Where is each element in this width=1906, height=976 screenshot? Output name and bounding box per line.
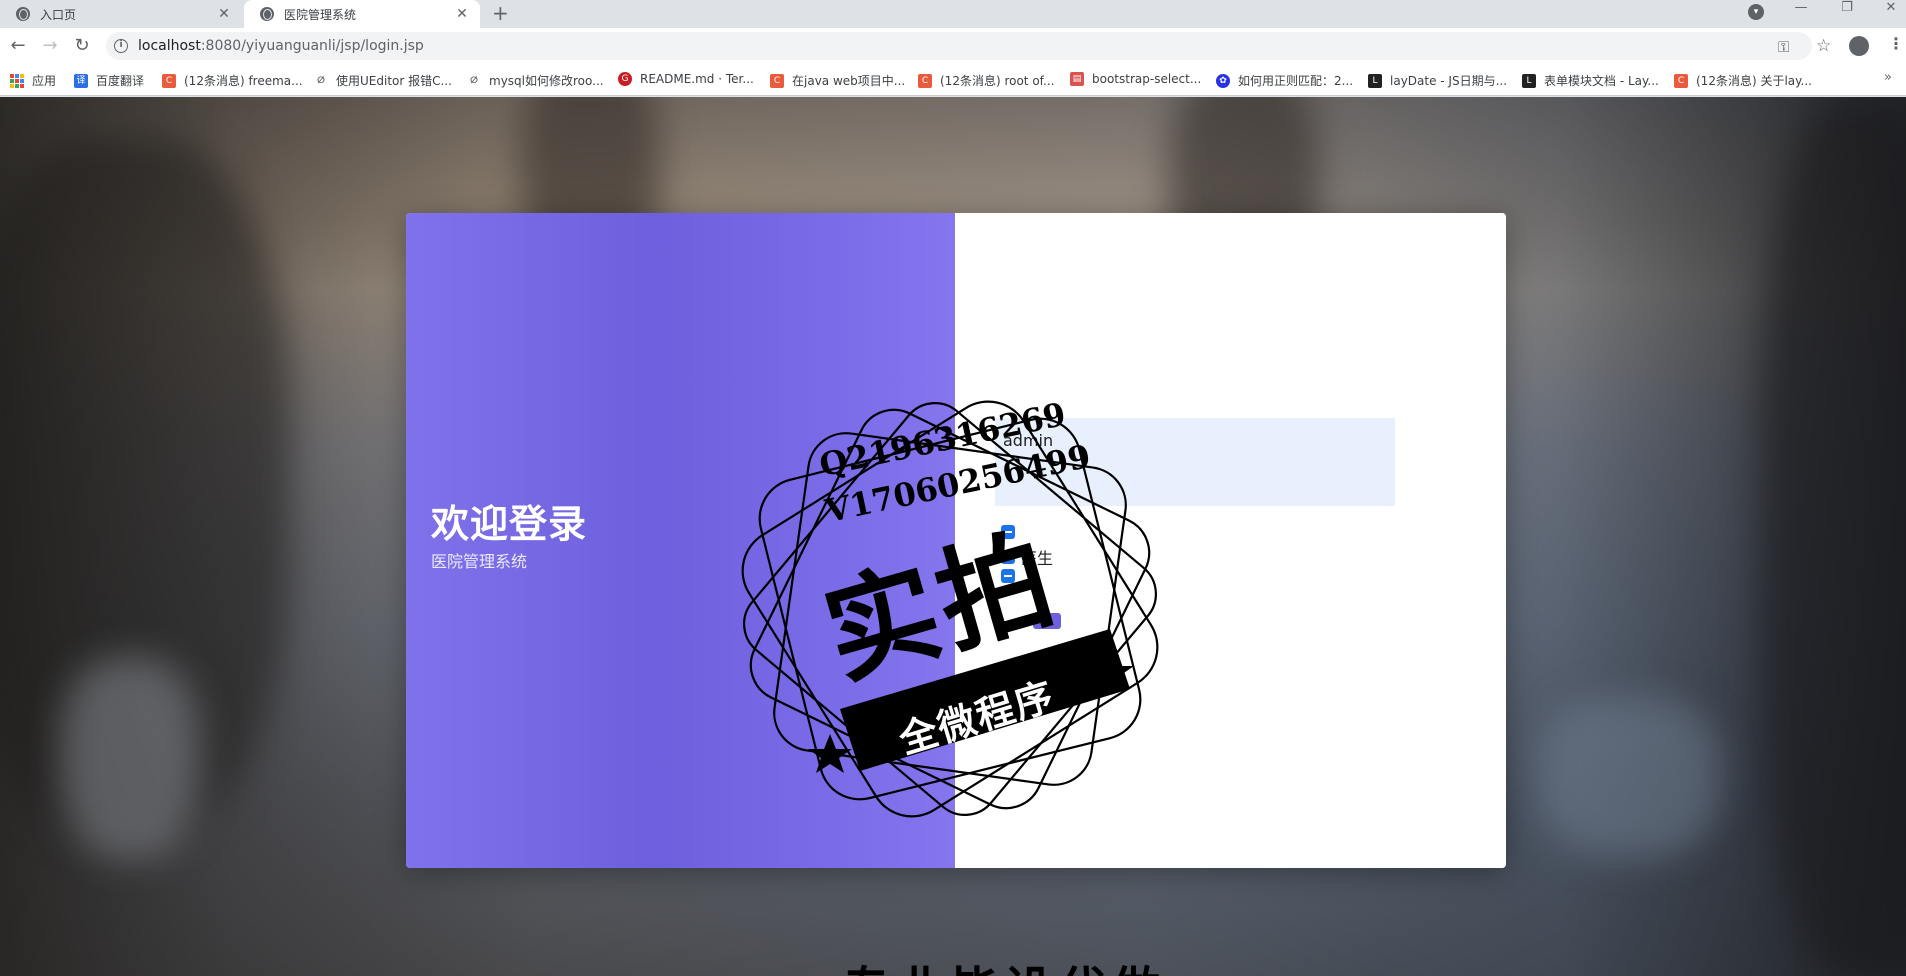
role-radio-admin[interactable] xyxy=(1001,525,1021,539)
ueditor-icon: ⵁ xyxy=(470,75,478,86)
info-icon[interactable]: i xyxy=(114,39,128,53)
watermark-bottom-text: 专业毕设代做 xyxy=(842,950,1166,976)
gitee-icon: G xyxy=(618,72,632,86)
radio-icon xyxy=(1001,569,1015,583)
forward-button[interactable]: → xyxy=(38,34,62,58)
tab-strip: 入口页 ✕ 医院管理系统 ✕ + ▾ — ❐ ✕ xyxy=(0,0,1906,28)
csdn-icon: C xyxy=(1674,73,1688,88)
tab-label: 入口页 xyxy=(40,7,77,22)
bookmark-item[interactable]: C (12条消息) freema... xyxy=(162,72,303,89)
csdn-icon: C xyxy=(162,73,176,88)
close-icon[interactable]: ✕ xyxy=(216,6,232,22)
avatar[interactable] xyxy=(1849,36,1869,56)
tab-hospital[interactable]: 医院管理系统 ✕ xyxy=(244,0,480,28)
role-radio-doctor[interactable]: 医生 xyxy=(1001,545,1053,569)
bookmark-item[interactable]: C (12条消息) root of... xyxy=(918,72,1054,89)
new-tab-button[interactable]: + xyxy=(492,2,509,24)
ueditor-icon: ⵁ xyxy=(317,75,325,86)
bookmarks-overflow-icon[interactable]: » xyxy=(1884,70,1892,85)
close-icon[interactable]: ✕ xyxy=(454,6,470,22)
globe-icon xyxy=(16,7,30,21)
page-viewport: 欢迎登录 医院管理系统 医生 xyxy=(0,97,1906,976)
back-button[interactable]: ← xyxy=(6,34,30,58)
star-icon[interactable]: ☆ xyxy=(1816,36,1831,56)
login-card: 欢迎登录 医院管理系统 医生 xyxy=(406,213,1506,868)
login-form: 医生 xyxy=(955,213,1506,868)
bookmark-item[interactable]: G README.md · Ter... xyxy=(618,72,754,86)
background-blur xyxy=(60,657,200,857)
reload-button[interactable]: ↻ xyxy=(70,34,94,58)
translate-icon: 译 xyxy=(74,73,88,88)
welcome-title: 欢迎登录 xyxy=(431,502,588,546)
bookmark-item[interactable]: LlayDate - JS日期与... xyxy=(1368,72,1507,89)
menu-icon[interactable]: ⋮ xyxy=(1888,34,1904,53)
bookmark-item[interactable]: L 表单模块文档 - Lay... xyxy=(1522,72,1659,89)
radio-icon xyxy=(1001,525,1015,539)
bookmark-item[interactable]: C 在java web项目中... xyxy=(770,72,905,89)
globe-icon xyxy=(260,7,274,21)
bookmark-item[interactable]: ⵁ 使用UEditor 报错C... xyxy=(314,72,452,89)
welcome-subtitle: 医院管理系统 xyxy=(431,552,528,571)
restore-button[interactable]: ❐ xyxy=(1832,0,1862,18)
background-blur xyxy=(1540,697,1720,857)
browser-toolbar: ← → ↻ i localhost:8080/yiyuanguanli/jsp/… xyxy=(0,28,1906,64)
password-input[interactable] xyxy=(995,462,1395,506)
bookmark-item[interactable]: C (12条消息) 关于lay... xyxy=(1674,72,1812,89)
bookmark-item[interactable]: ▤ bootstrap-select... xyxy=(1070,72,1201,86)
apps-icon xyxy=(10,73,24,88)
role-radio-other[interactable] xyxy=(1001,569,1021,583)
doc-icon: ▤ xyxy=(1070,72,1084,86)
tab-label: 医院管理系统 xyxy=(284,7,357,22)
role-label: 医生 xyxy=(1021,549,1054,568)
csdn-icon: C xyxy=(918,73,932,88)
bookmarks-bar: 应用 译百度翻译 C (12条消息) freema... ⵁ 使用UEditor 报… xyxy=(0,64,1906,96)
tab-entry[interactable]: 入口页 ✕ xyxy=(0,0,242,28)
username-input[interactable] xyxy=(995,418,1395,462)
radio-icon xyxy=(1001,550,1015,564)
baidu-icon: ✿ xyxy=(1216,73,1230,88)
window-close-button[interactable]: ✕ xyxy=(1876,0,1906,18)
address-bar[interactable]: i localhost:8080/yiyuanguanli/jsp/login.… xyxy=(106,32,1831,60)
background-blur xyxy=(1760,97,1906,976)
bookmark-apps[interactable]: 应用 xyxy=(10,72,56,89)
url-text[interactable]: localhost:8080/yiyuanguanli/jsp/login.js… xyxy=(138,38,424,54)
login-button[interactable] xyxy=(1033,613,1061,629)
minimize-button[interactable]: — xyxy=(1786,0,1816,18)
tab-search-icon[interactable]: ▾ xyxy=(1748,4,1764,20)
layui-icon: L xyxy=(1368,73,1382,88)
bookmark-item[interactable]: 译百度翻译 xyxy=(74,72,144,89)
welcome-panel: 欢迎登录 医院管理系统 xyxy=(406,213,955,868)
key-icon[interactable]: ⚿ xyxy=(1778,38,1789,56)
bookmark-item[interactable]: ⵁ mysql如何修改roo... xyxy=(467,72,604,89)
bookmark-item[interactable]: ✿ 如何用正则匹配：2... xyxy=(1216,72,1353,89)
csdn-icon: C xyxy=(770,73,784,88)
layui-icon: L xyxy=(1522,73,1536,88)
